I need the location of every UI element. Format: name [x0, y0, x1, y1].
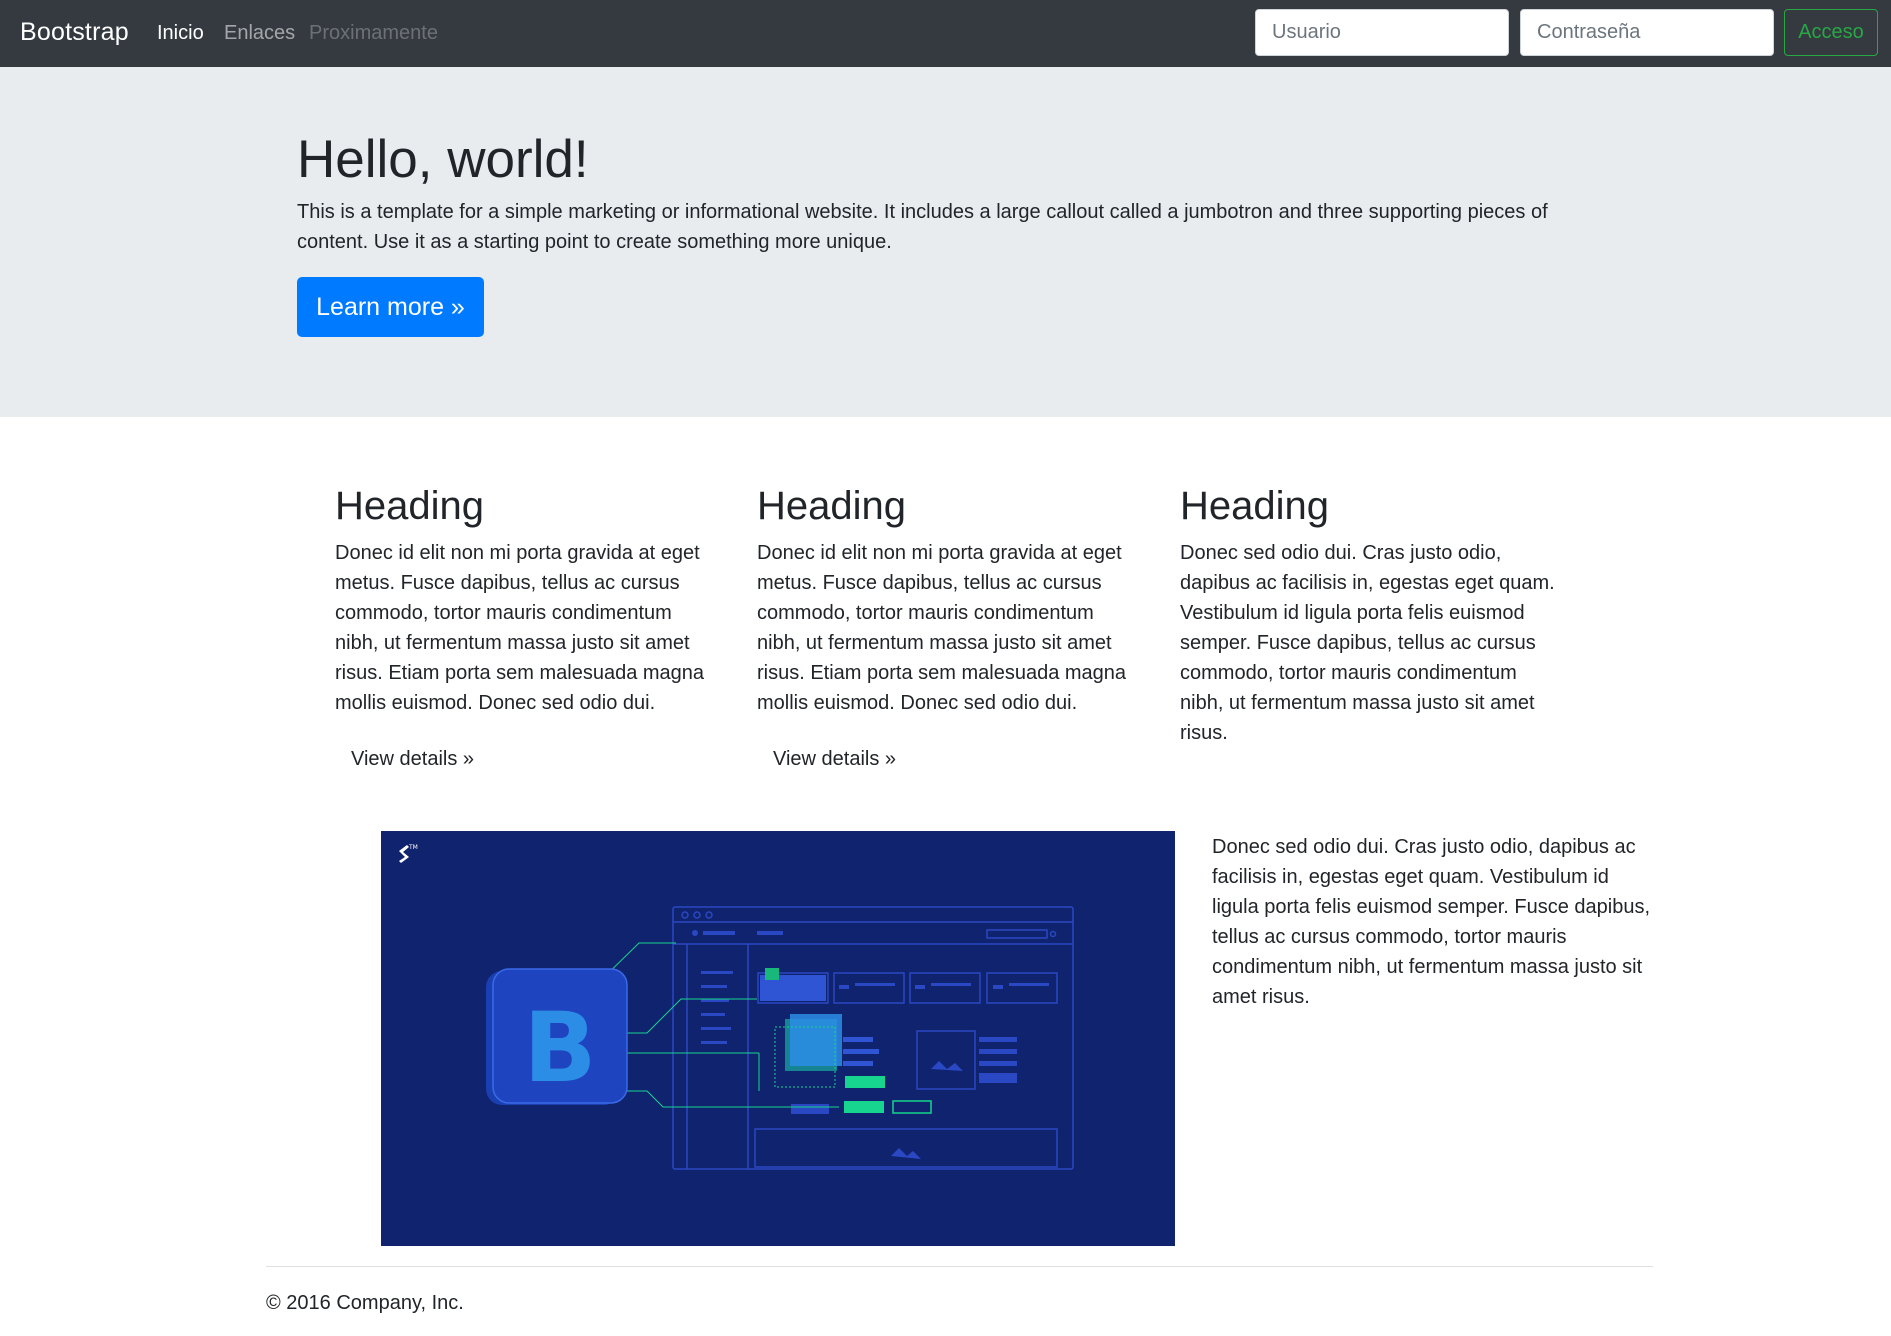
learn-more-button[interactable]: Learn more »: [297, 277, 484, 337]
nav-link-inicio[interactable]: Inicio: [157, 22, 204, 45]
username-input[interactable]: [1255, 9, 1509, 56]
navbar-brand[interactable]: Bootstrap: [20, 18, 129, 47]
column-2: Heading Donec id elit non mi porta gravi…: [757, 482, 1137, 718]
column-text: Donec sed odio dui. Cras justo odio, dap…: [1180, 542, 1555, 744]
column-3: Heading Donec sed odio dui. Cras justo o…: [1180, 482, 1560, 748]
jumbotron-title: Hello, world!: [297, 130, 589, 189]
password-input[interactable]: [1520, 9, 1774, 56]
view-details-button-2[interactable]: View details »: [757, 739, 912, 779]
column-text: Donec id elit non mi porta gravida at eg…: [335, 542, 705, 714]
svg-text:TM: TM: [408, 844, 418, 851]
bootstrap-b-letter: B: [523, 992, 596, 1104]
footer-divider: [266, 1266, 1653, 1267]
bootstrap-illustration: TM B: [381, 831, 1175, 1246]
column-heading: Heading: [335, 484, 485, 528]
nav-link-enlaces[interactable]: Enlaces: [224, 22, 295, 45]
login-button[interactable]: Acceso: [1784, 9, 1878, 56]
jumbotron-text: This is a template for a simple marketin…: [297, 201, 1548, 253]
column-heading: Heading: [1180, 484, 1330, 528]
column-1: Heading Donec id elit non mi porta gravi…: [335, 482, 715, 718]
navbar: Bootstrap Inicio Enlaces Proximamente Ac…: [0, 0, 1891, 67]
footer-copyright: © 2016 Company, Inc.: [266, 1292, 464, 1314]
view-details-button-1[interactable]: View details »: [335, 739, 490, 779]
jumbotron: Hello, world! This is a template for a s…: [0, 67, 1891, 417]
column-heading: Heading: [757, 484, 907, 528]
nav-link-proximamente: Proximamente: [309, 22, 438, 44]
column-text: Donec id elit non mi porta gravida at eg…: [757, 542, 1127, 714]
feature-text: Donec sed odio dui. Cras justo odio, dap…: [1212, 836, 1651, 1008]
